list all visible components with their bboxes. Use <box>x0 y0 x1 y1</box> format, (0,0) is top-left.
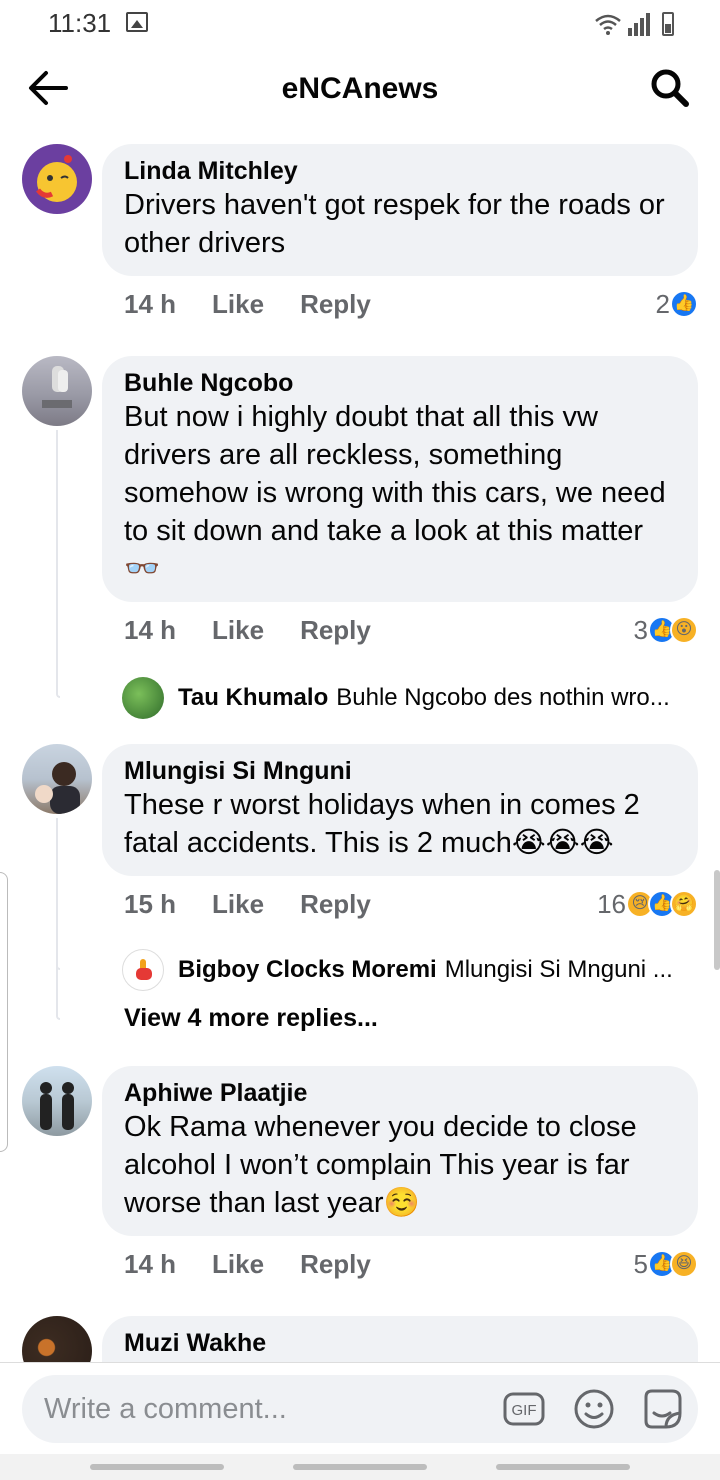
avatar[interactable] <box>22 744 92 814</box>
edge-panel-handle[interactable] <box>0 872 8 1152</box>
status-bar: 11:31 <box>0 0 720 44</box>
comment-bubble[interactable]: Linda Mitchley Drivers haven't got respe… <box>102 144 698 276</box>
nav-home-handle[interactable] <box>293 1464 427 1470</box>
comment-time: 14 h <box>124 614 177 645</box>
wifi-icon <box>595 14 621 35</box>
comment-time: 15 h <box>124 888 177 919</box>
avatar[interactable] <box>22 356 92 426</box>
comment-composer: Write a comment... GIF <box>0 1362 720 1454</box>
reaction-count: 16 <box>597 888 626 919</box>
reply-author[interactable]: Bigboy Clocks Moremi <box>178 956 437 984</box>
gif-button[interactable]: GIF <box>502 1387 546 1431</box>
reply-preview[interactable]: Tau Khumalo Buhle Ngcobo des nothin wro.… <box>122 676 670 720</box>
reaction-summary[interactable]: 2 👍 <box>656 286 698 322</box>
reply-preview[interactable]: Bigboy Clocks Moremi Mlungisi Si Mnguni … <box>122 948 673 992</box>
status-icons <box>594 8 674 36</box>
comment-author[interactable]: Linda Mitchley <box>124 156 676 186</box>
comment-input-placeholder: Write a comment... <box>44 1393 287 1425</box>
avatar[interactable] <box>122 677 164 719</box>
like-link[interactable]: Like <box>212 615 264 646</box>
comment-actions: 15 h Like Reply <box>124 886 407 922</box>
comment-author[interactable]: Muzi Wakhe <box>124 1328 676 1358</box>
comment-bubble[interactable]: Muzi Wakhe <box>102 1316 698 1362</box>
comment-author[interactable]: Mlungisi Si Mnguni <box>124 756 676 786</box>
thread-connector <box>56 818 60 1020</box>
view-more-replies-link[interactable]: View 4 more replies... <box>124 1004 378 1033</box>
comment-bubble[interactable]: Aphiwe Plaatjie Ok Rama whenever you dec… <box>102 1066 698 1236</box>
status-time: 11:31 <box>48 8 112 38</box>
smiley-icon <box>574 1389 614 1429</box>
comment-author[interactable]: Buhle Ngcobo <box>124 368 676 398</box>
comment-text: Drivers haven't got respek for the roads… <box>124 189 665 259</box>
reaction-summary[interactable]: 16 😢 👍 🤗 <box>597 886 698 922</box>
like-reaction-icon: 👍 <box>670 290 698 318</box>
photo-avatar-icon <box>40 1082 74 1130</box>
reply-link[interactable]: Reply <box>300 1249 371 1280</box>
crying-emoji: 😭😭😭 <box>511 827 614 859</box>
page-title: eNCAnews <box>281 72 439 105</box>
like-link[interactable]: Like <box>212 289 264 320</box>
avatar[interactable] <box>22 1066 92 1136</box>
comment-actions: 14 h Like Reply <box>124 612 407 648</box>
thread-connector <box>56 430 60 698</box>
reaction-summary[interactable]: 5 👍 😆 <box>634 1246 698 1282</box>
glasses-emoji: 👓 <box>124 553 161 585</box>
comment-bubble[interactable]: Mlungisi Si Mnguni These r worst holiday… <box>102 744 698 876</box>
top-bar: eNCAnews <box>0 58 720 118</box>
comment-time: 14 h <box>124 1248 177 1279</box>
photo-avatar-icon <box>35 762 80 814</box>
avatar[interactable] <box>22 144 92 214</box>
system-nav-bar <box>0 1454 720 1480</box>
gif-label: GIF <box>512 1402 537 1419</box>
comment-text-body: But now i highly doubt that all this vw … <box>124 401 666 547</box>
nav-back-handle[interactable] <box>90 1464 224 1470</box>
reaction-count: 2 <box>655 288 670 319</box>
comment-time: 14 h <box>124 288 177 319</box>
avatar[interactable] <box>122 949 164 991</box>
emoji-avatar-icon <box>36 155 77 202</box>
comment-actions: 14 h Like Reply <box>124 286 407 322</box>
reaction-summary[interactable]: 3 👍 😮 <box>634 612 698 648</box>
nav-recents-handle[interactable] <box>496 1464 630 1470</box>
avatar[interactable] <box>22 1316 92 1362</box>
photo-avatar-icon <box>42 366 72 408</box>
comment-text-body: Ok Rama whenever you decide to close alc… <box>124 1111 637 1219</box>
reaction-count: 5 <box>633 1248 648 1279</box>
care-reaction-icon: 🤗 <box>670 890 698 918</box>
sticker-icon <box>644 1389 682 1429</box>
emoji-button[interactable] <box>572 1387 616 1431</box>
reply-snippet: Buhle Ngcobo des nothin wro... <box>336 684 670 711</box>
comment-author[interactable]: Aphiwe Plaatjie <box>124 1078 676 1108</box>
comment-actions: 14 h Like Reply <box>124 1246 407 1282</box>
reply-link[interactable]: Reply <box>300 289 371 320</box>
gif-icon: GIF <box>503 1392 545 1426</box>
comments-feed[interactable]: Linda Mitchley Drivers haven't got respe… <box>0 130 720 1362</box>
reply-author[interactable]: Tau Khumalo <box>178 684 328 712</box>
image-notification-icon <box>126 12 148 32</box>
comment-text: Ok Rama whenever you decide to close alc… <box>124 1108 676 1222</box>
wow-reaction-icon: 😮 <box>670 616 698 644</box>
comment-text: These r worst holidays when in comes 2 f… <box>124 786 676 862</box>
hand-icon <box>136 959 152 980</box>
search-button[interactable] <box>648 66 692 110</box>
battery-icon <box>662 12 674 36</box>
comment-bubble[interactable]: Buhle Ngcobo But now i highly doubt that… <box>102 356 698 602</box>
like-link[interactable]: Like <box>212 1249 264 1280</box>
haha-reaction-icon: 😆 <box>670 1250 698 1278</box>
like-link[interactable]: Like <box>212 889 264 920</box>
signal-icon <box>628 12 650 36</box>
smiling-emoji: ☺️ <box>383 1187 420 1219</box>
search-icon <box>651 69 689 107</box>
reply-snippet: Mlungisi Si Mnguni ... <box>444 956 673 983</box>
sticker-button[interactable] <box>640 1387 684 1431</box>
reaction-count: 3 <box>633 614 648 645</box>
reply-link[interactable]: Reply <box>300 615 371 646</box>
comment-text: But now i highly doubt that all this vw … <box>124 398 676 588</box>
reply-link[interactable]: Reply <box>300 889 371 920</box>
scrollbar[interactable] <box>714 870 720 970</box>
